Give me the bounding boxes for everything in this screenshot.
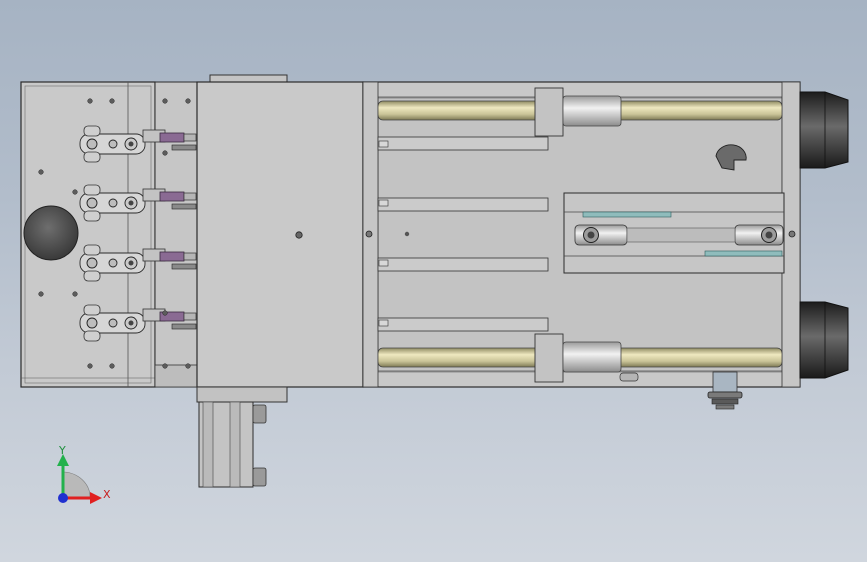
cad-viewport[interactable]: Y X <box>0 0 867 562</box>
central-plate <box>196 81 364 403</box>
rail-slot <box>378 199 389 207</box>
bottom-fitting <box>707 371 743 410</box>
mounting-hole <box>72 291 78 297</box>
lower-nozzle <box>799 301 849 379</box>
mounting-hole <box>72 189 78 195</box>
machine-top-view: Y X <box>20 74 849 504</box>
mounting-hole <box>162 363 168 369</box>
mounting-hole <box>162 310 168 316</box>
rail-slot <box>378 319 389 327</box>
rail-slot <box>378 140 389 148</box>
coordinate-triad: Y X <box>57 444 111 504</box>
mounting-hole <box>87 98 93 104</box>
mounting-hole <box>38 291 44 297</box>
mounting-hole <box>185 98 191 104</box>
mounting-hole <box>162 98 168 104</box>
clamp-handle <box>159 251 185 262</box>
upper-nozzle <box>799 91 849 169</box>
clamp-handle <box>159 132 185 143</box>
clamp-handle <box>159 191 185 202</box>
x-axis-label: X <box>103 488 111 501</box>
moving-carriage <box>563 192 785 274</box>
bottom-actuator <box>198 401 267 488</box>
y-axis-label: Y <box>58 444 66 457</box>
clamp-rail-plate <box>154 81 200 388</box>
mounting-hole <box>109 363 115 369</box>
mounting-hole <box>185 363 191 369</box>
large-round-port <box>23 205 79 261</box>
z-axis-marker <box>58 493 68 503</box>
rail-slot <box>378 259 389 267</box>
mounting-hole <box>38 169 44 175</box>
triad-arc <box>63 471 91 498</box>
mounting-hole <box>162 150 168 156</box>
mounting-hole <box>109 98 115 104</box>
nozzles <box>799 91 849 379</box>
mounting-hole <box>87 363 93 369</box>
